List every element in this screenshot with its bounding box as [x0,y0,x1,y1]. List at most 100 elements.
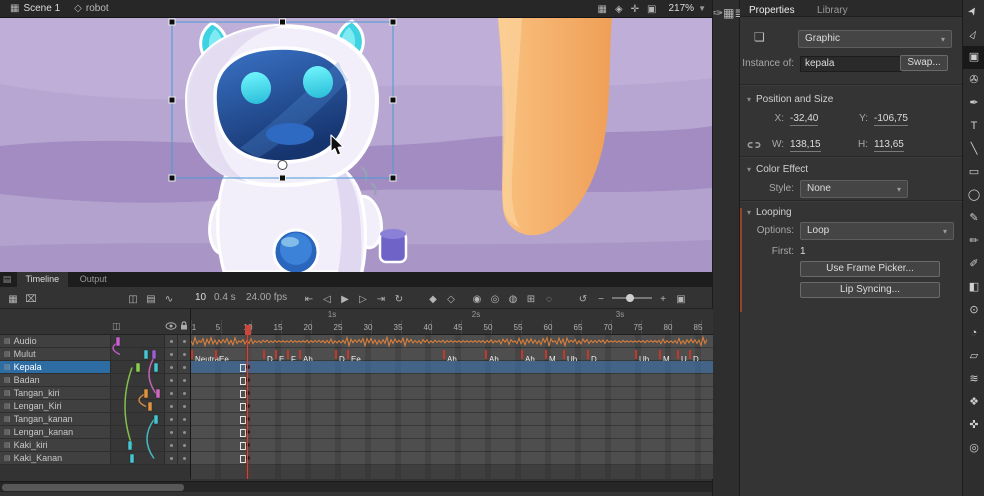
instance-name-field[interactable]: kepala [800,56,902,72]
lock-all-layers-icon[interactable] [179,320,189,331]
eyedropper-tool[interactable]: ◔ [963,322,984,345]
layer-lock-dot[interactable] [177,439,190,451]
rectangle-tool[interactable]: ▭ [963,161,984,184]
insert-keyframe-icon[interactable]: ◆ [424,291,442,309]
section-color-effect[interactable]: ▾Color Effect [747,164,808,175]
layer-visibility-dot[interactable] [164,335,177,347]
swatches-panel-icon[interactable]: ▦ [723,6,734,20]
use-frame-picker-button[interactable]: Use Frame Picker... [800,261,940,277]
scrollbar-thumb[interactable] [2,484,184,491]
layer-frames-row[interactable] [191,426,713,439]
layer-frames-row[interactable] [191,374,713,387]
layer-row[interactable]: ▤Lengan_Kiri [0,400,190,413]
layer-visibility-dot[interactable] [164,439,177,451]
eraser-tool[interactable]: ▱ [963,345,984,368]
layer-name-cell[interactable]: ▤Kaki_kiri [0,439,110,451]
layer-frames-row[interactable] [191,413,713,426]
frame-rate-value[interactable]: 24.00 fps [246,292,287,303]
layer-row[interactable]: ▤Tangan_kiri [0,387,190,400]
zoom-level-dropdown[interactable]: 217% ▼ [669,3,707,14]
hand-tool[interactable]: ✜ [963,414,984,437]
free-transform-tool[interactable]: ▣ [963,46,984,69]
tab-timeline[interactable]: Timeline [17,272,69,287]
layer-lock-dot[interactable] [177,413,190,425]
zoom-in-timeline-icon[interactable]: + [654,291,672,309]
selection-tool[interactable]: ➤ [963,0,984,23]
layer-name-cell[interactable]: ▤Lengan_Kiri [0,400,110,412]
zoom-out-timeline-icon[interactable]: − [592,291,610,309]
lasso-tool[interactable]: ✇ [963,69,984,92]
layer-frames-row[interactable] [191,387,713,400]
step-forward-icon[interactable]: ▷ [354,291,372,309]
layer-name-cell[interactable]: ▤Audio [0,335,110,347]
layer-name-cell[interactable]: ▤Badan [0,374,110,386]
panel-menu-icon[interactable]: ▤ [0,274,14,285]
style-dropdown[interactable]: None ▾ [800,180,908,198]
add-camera-icon[interactable]: ▦ [4,291,22,309]
show-hide-all-layers-icon[interactable] [165,321,177,331]
paint-bucket-tool[interactable]: ◧ [963,276,984,299]
frames-area[interactable]: 1s2s3s 151015202530354045505560657075808… [190,309,713,479]
pen-tool[interactable]: ✒ [963,92,984,115]
layer-frames-row[interactable]: NeutralEeDEFAhDEeAhAhAhMUhDUhMUD [191,348,713,361]
subselection-tool[interactable]: ▻ [963,23,984,46]
ink-bottle-tool[interactable]: ⊙ [963,299,984,322]
layer-row[interactable]: ▤Kaki_Kanan [0,452,190,465]
layer-visibility-dot[interactable] [164,400,177,412]
layer-lock-dot[interactable] [177,374,190,386]
asset-warp-tool[interactable]: ❖ [963,391,984,414]
layer-visibility-dot[interactable] [164,413,177,425]
layer-frames-row[interactable] [191,335,713,348]
scene-icon[interactable]: ▦ [10,0,19,18]
onion-markers-icon[interactable]: ⊞ [522,291,540,309]
center-stage-icon[interactable]: ✛ [631,4,639,15]
layer-visibility-dot[interactable] [164,452,177,464]
paint-brush-tool[interactable]: ✐ [963,253,984,276]
fit-timeline-icon[interactable]: ▣ [672,291,690,309]
line-tool[interactable]: ╲ [963,138,984,161]
layer-visibility-dot[interactable] [164,361,177,373]
stage-canvas[interactable] [0,18,712,272]
h-value[interactable]: 113,65 [874,138,904,152]
go-last-frame-icon[interactable]: ⇥ [372,291,390,309]
classic-brush-tool[interactable]: ✏ [963,230,984,253]
layer-row[interactable]: ▤Lengan_kanan [0,426,190,439]
zoom-tool[interactable]: ◎ [963,437,984,460]
thumbnail-view-icon[interactable]: ▤ [142,291,160,309]
layer-row[interactable]: ▤Kepala [0,361,190,374]
layer-name-cell[interactable]: ▤Kepala [0,361,110,373]
timeline-frame-ruler[interactable]: 1510152025303540455055606570758085 [191,320,713,335]
link-width-height-icon[interactable] [746,139,762,151]
layer-parent-view-icon[interactable]: ◫ [112,321,121,332]
section-position-size[interactable]: ▾Position and Size [747,94,833,105]
layer-name-cell[interactable]: ▤Lengan_kanan [0,426,110,438]
edit-symbols-icon[interactable]: ◈ [615,4,623,15]
delete-icon[interactable]: ⌧ [22,291,40,309]
oval-tool[interactable]: ◯ [963,184,984,207]
layer-visibility-dot[interactable] [164,426,177,438]
lip-syncing-button[interactable]: Lip Syncing... [800,282,940,298]
layer-lock-dot[interactable] [177,452,190,464]
layer-name-cell[interactable]: ▤Tangan_kanan [0,413,110,425]
layer-name-cell[interactable]: ▤Mulut [0,348,110,360]
layer-row[interactable]: ▤Kaki_kiri [0,439,190,452]
tab-output[interactable]: Output [71,272,116,287]
tab-library[interactable]: Library [808,3,857,16]
onion-skin-icon[interactable]: ◉ [468,291,486,309]
edit-multiple-frames-icon[interactable]: ◍ [504,291,522,309]
graph-view-icon[interactable]: ∿ [160,291,178,309]
loop-options-dropdown[interactable]: Loop ▾ [800,222,954,240]
stage-area[interactable] [0,18,712,272]
center-playhead-icon[interactable]: ◌ [540,291,558,309]
text-tool[interactable]: T [963,115,984,138]
insert-blank-keyframe-icon[interactable]: ◇ [442,291,460,309]
pencil-tool[interactable]: ✎ [963,207,984,230]
layer-row[interactable]: ▤Audio [0,335,190,348]
breadcrumb-scene[interactable]: Scene 1 [23,3,60,14]
y-value[interactable]: -106,75 [874,112,908,126]
current-frame-value[interactable]: 10 [195,292,206,303]
clip-content-icon[interactable]: ▣ [647,4,656,15]
timeline-zoom-slider[interactable] [610,289,654,307]
slider-thumb[interactable] [626,294,634,302]
step-back-icon[interactable]: ◁ [318,291,336,309]
